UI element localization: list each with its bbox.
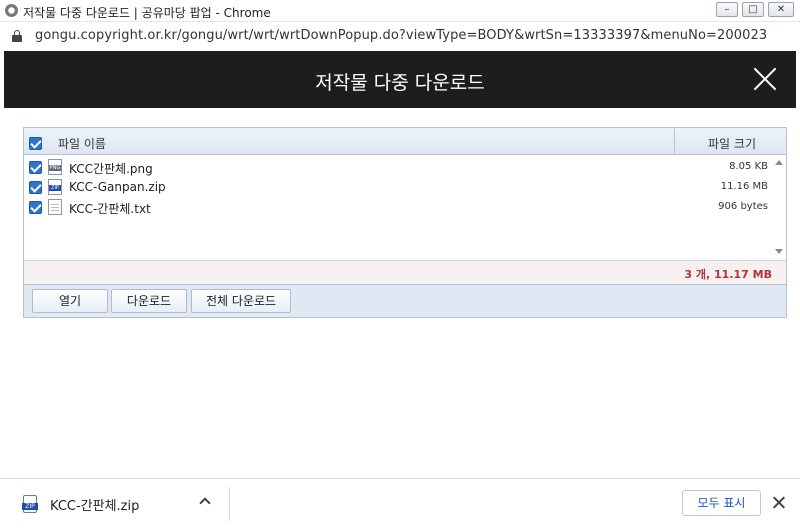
- action-bar: 열기 다운로드 전체 다운로드: [24, 285, 786, 317]
- address-bar[interactable]: gongu.copyright.or.kr/gongu/wrt/wrt/wrtD…: [0, 22, 800, 50]
- file-name: KCC-Ganpan.zip: [69, 180, 166, 194]
- file-name: KCC-간판체.txt: [69, 202, 151, 216]
- download-all-button[interactable]: 전체 다운로드: [191, 289, 291, 313]
- popup-close-icon[interactable]: [752, 66, 778, 92]
- zip-file-icon: ZIP: [48, 179, 62, 195]
- file-checkbox[interactable]: [29, 181, 42, 194]
- minimize-button[interactable]: –: [716, 2, 738, 17]
- url-text[interactable]: gongu.copyright.or.kr/gongu/wrt/wrt/wrtD…: [35, 28, 767, 43]
- popup-header: 저작물 다중 다운로드: [4, 51, 796, 108]
- download-button[interactable]: 다운로드: [111, 289, 187, 313]
- chevron-up-icon[interactable]: [199, 497, 211, 509]
- shelf-close-icon[interactable]: [772, 496, 786, 510]
- file-checkbox[interactable]: [29, 161, 42, 174]
- maximize-icon: □: [748, 4, 758, 15]
- file-size: 11.16 MB: [720, 181, 768, 192]
- file-row[interactable]: PNG KCC간판체.png 8.05 KB: [24, 157, 772, 177]
- chrome-icon: [5, 4, 18, 17]
- file-name: KCC간판체.png: [69, 162, 153, 176]
- summary-text: 3 개, 11.17 MB: [684, 268, 772, 281]
- scroll-down-icon[interactable]: [775, 249, 783, 254]
- window-title: 저작물 다중 다운로드 | 공유마당 팝업 - Chrome: [23, 6, 271, 20]
- open-button[interactable]: 열기: [32, 289, 108, 313]
- file-list-header: 파일 이름 파일 크기: [24, 128, 786, 155]
- file-list-body: PNG KCC간판체.png 8.05 KB ZIP KCC-Ganpan.zi…: [24, 155, 786, 260]
- show-all-button[interactable]: 모두 표시: [682, 490, 761, 516]
- file-list-scrollbar[interactable]: [772, 155, 786, 260]
- downloaded-file-name[interactable]: KCC-간판체.zip: [50, 495, 139, 514]
- column-header-name[interactable]: 파일 이름: [58, 135, 106, 152]
- download-shelf: ZIP KCC-간판체.zip 모두 표시: [0, 478, 800, 530]
- column-header-size[interactable]: 파일 크기: [708, 135, 756, 152]
- file-size: 8.05 KB: [729, 161, 768, 172]
- png-file-icon: PNG: [48, 159, 62, 175]
- file-row[interactable]: KCC-간판체.txt 906 bytes: [24, 197, 772, 217]
- file-list-panel: 파일 이름 파일 크기 PNG KCC간판체.png 8.05 KB ZIP K…: [23, 127, 787, 318]
- file-row[interactable]: ZIP KCC-Ganpan.zip 11.16 MB: [24, 177, 772, 197]
- close-icon: ✕: [776, 4, 786, 15]
- file-size: 906 bytes: [718, 201, 768, 212]
- shelf-divider: [229, 487, 230, 521]
- scroll-up-icon[interactable]: [775, 160, 783, 165]
- lock-icon: [12, 30, 22, 42]
- select-all-checkbox[interactable]: [29, 137, 42, 150]
- window-titlebar: 저작물 다중 다운로드 | 공유마당 팝업 - Chrome – □ ✕: [0, 0, 800, 22]
- window-close-button[interactable]: ✕: [768, 2, 794, 17]
- column-header-size-cell: 파일 크기: [674, 128, 786, 154]
- window-controls: – □ ✕: [716, 2, 794, 17]
- zip-file-icon: ZIP: [22, 495, 38, 513]
- maximize-button[interactable]: □: [742, 2, 764, 17]
- minimize-icon: –: [724, 4, 730, 15]
- popup-title: 저작물 다중 다운로드: [315, 72, 485, 94]
- selection-summary: 3 개, 11.17 MB: [24, 260, 786, 285]
- file-checkbox[interactable]: [29, 201, 42, 214]
- txt-file-icon: [48, 199, 62, 215]
